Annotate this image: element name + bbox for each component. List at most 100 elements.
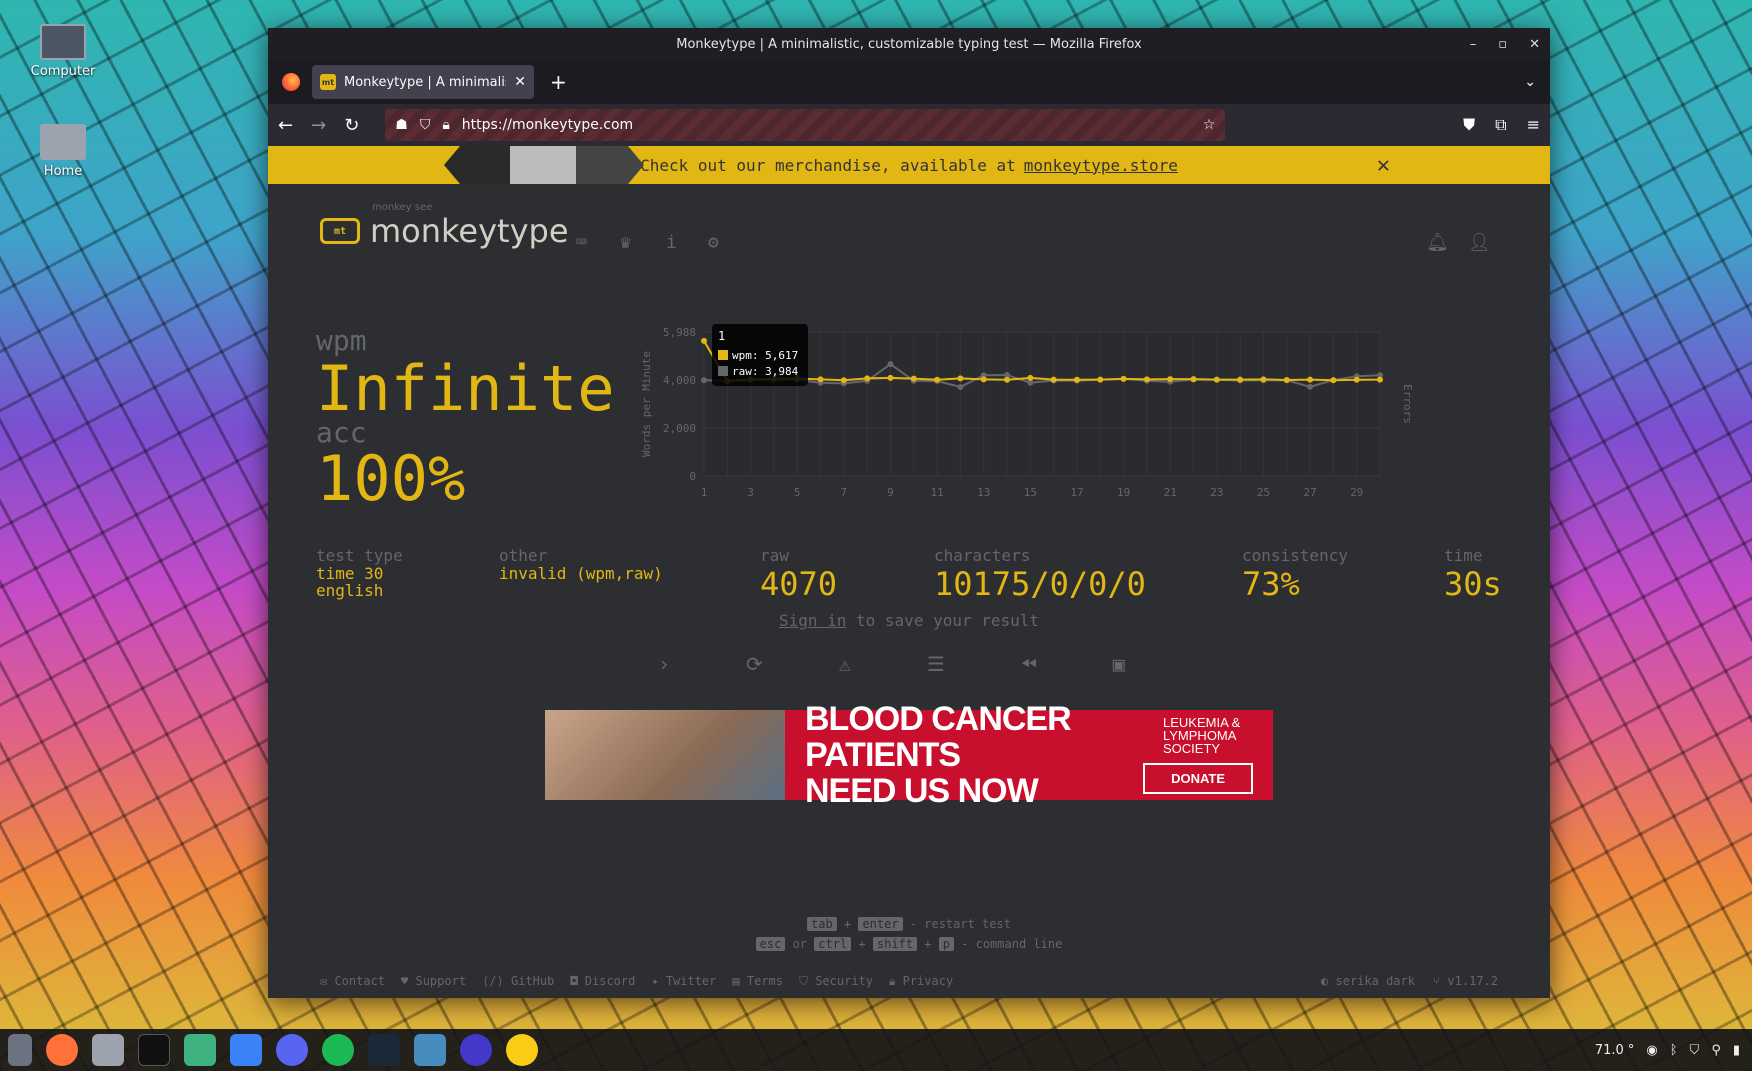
- tab-title: Monkeytype | A minimalistic: [344, 74, 506, 90]
- notification-bell-icon[interactable]: 🔔︎: [1426, 232, 1449, 253]
- window-title: Monkeytype | A minimalistic, customizabl…: [676, 36, 1142, 52]
- firefox-icon[interactable]: [282, 73, 300, 91]
- data-point-wpm: [910, 375, 917, 382]
- stat-value[interactable]: time 30: [316, 565, 403, 582]
- footer-link-privacy[interactable]: 🔒︎ Privacy: [889, 974, 953, 989]
- data-point-wpm: [1050, 376, 1057, 383]
- close-window-button[interactable]: ✕: [1529, 37, 1540, 52]
- data-point-wpm: [1283, 377, 1290, 384]
- donate-button[interactable]: DONATE: [1143, 763, 1253, 794]
- footer-link-contact[interactable]: ✉ Contact: [320, 974, 385, 989]
- wpm-chart[interactable]: 0 2,000 4,000 5,988 1 3 5 7 9 11 13 15 17 19 21 23 25 27 2…: [632, 314, 1452, 524]
- signin-link[interactable]: Sign in: [779, 611, 846, 630]
- godot-taskbar-icon[interactable]: [414, 1034, 446, 1066]
- replay-icon[interactable]: ⏪︎: [1021, 652, 1037, 676]
- banner-close-icon[interactable]: ✕: [1377, 153, 1390, 178]
- terminal-taskbar-icon[interactable]: [138, 1034, 170, 1066]
- tooltip-title: 1: [718, 329, 725, 343]
- y-tick-label: 2,000: [663, 422, 696, 435]
- show-desktop-icon[interactable]: [8, 1034, 32, 1066]
- footer-link-github[interactable]: ⟨/⟩ GitHub: [482, 974, 554, 989]
- monkeytype-page: mt monkey see monkeytype ⌨ ♛ i ⚙ 🔔︎ 👤︎ w…: [268, 184, 1550, 998]
- list-all-tabs-icon[interactable]: ⌄: [1524, 74, 1536, 90]
- key-tab: tab: [807, 917, 837, 931]
- ad-banner[interactable]: BLOOD CANCER PATIENTS NEED US NOW LEUKEM…: [545, 701, 1273, 809]
- firefox-taskbar-icon[interactable]: [46, 1034, 78, 1066]
- monkeytype-favicon-icon: mt: [320, 74, 336, 90]
- settings-gear-icon[interactable]: ⚙: [708, 232, 719, 253]
- desktop-icon-label: Home: [43, 164, 83, 179]
- crown-icon[interactable]: ♛: [620, 232, 631, 253]
- footer-link-security[interactable]: ⛉ Security: [799, 974, 873, 989]
- files-taskbar-icon[interactable]: [92, 1034, 124, 1066]
- network-icon[interactable]: ▮: [1733, 1043, 1740, 1058]
- moon-taskbar-icon[interactable]: [460, 1034, 492, 1066]
- back-icon[interactable]: ←: [278, 115, 293, 136]
- logo-mark: mt: [320, 218, 360, 244]
- bluetooth-icon[interactable]: ᛒ: [1670, 1043, 1678, 1058]
- data-point-wpm: [1190, 376, 1197, 383]
- footer-link-twitter[interactable]: ✦ Twitter: [651, 974, 716, 989]
- url-bar[interactable]: ☗ ⛉ 🔒︎ https://monkeytype.com ☆: [385, 109, 1226, 141]
- temperature-readout[interactable]: 71.0 °: [1595, 1043, 1635, 1058]
- tab-monkeytype[interactable]: mt Monkeytype | A minimalistic ✕: [312, 65, 534, 99]
- stat-test-type: test type time 30 english: [316, 546, 403, 599]
- data-point-wpm: [701, 337, 707, 344]
- next-test-icon[interactable]: ›: [658, 652, 670, 676]
- spotify-taskbar-icon[interactable]: [322, 1034, 354, 1066]
- shield-tray-icon[interactable]: ⛉: [1690, 1043, 1700, 1058]
- theme-button[interactable]: ◐ serika dark: [1321, 974, 1415, 989]
- key-ctrl: ctrl: [814, 937, 852, 951]
- x-tick-label: 9: [887, 486, 894, 499]
- location-icon[interactable]: ⚲: [1711, 1043, 1721, 1058]
- logo[interactable]: mt monkey see monkeytype: [320, 202, 569, 250]
- data-point-wpm: [1377, 376, 1383, 383]
- stat-value[interactable]: english: [316, 582, 403, 599]
- minimize-button[interactable]: –: [1470, 37, 1477, 52]
- keyboard-icon[interactable]: ⌨: [576, 232, 587, 253]
- screenshot-icon[interactable]: ▣: [1113, 652, 1125, 676]
- signin-text: to save your result: [856, 611, 1040, 630]
- extensions-icon[interactable]: ⧉: [1495, 115, 1506, 135]
- restart-icon[interactable]: ⟳: [746, 652, 763, 676]
- store-link[interactable]: monkeytype.store: [1024, 156, 1178, 175]
- version-button[interactable]: ⑂ v1.17.2: [1433, 974, 1498, 989]
- footer-link-discord[interactable]: ◘ Discord: [570, 974, 635, 989]
- data-point-wpm: [1097, 376, 1104, 383]
- steam-taskbar-icon[interactable]: [368, 1034, 400, 1066]
- y-tick-label: 0: [689, 470, 696, 483]
- warning-icon[interactable]: ⚠: [839, 652, 851, 676]
- menu-icon[interactable]: ≡: [1527, 115, 1540, 135]
- reload-icon[interactable]: ↻: [344, 115, 359, 136]
- discord-tray-icon[interactable]: ◉: [1646, 1043, 1657, 1058]
- y2-axis-label: Errors: [1401, 384, 1414, 424]
- data-point-wpm: [1167, 376, 1174, 383]
- footer-link-support[interactable]: ♥ Support: [401, 974, 466, 989]
- data-point-wpm: [980, 376, 987, 383]
- close-tab-icon[interactable]: ✕: [514, 74, 526, 90]
- stat-value: invalid (wpm,raw): [499, 564, 663, 583]
- account-icon[interactable]: 👤︎: [1468, 232, 1491, 253]
- shield-icon[interactable]: ⛉: [420, 117, 431, 133]
- forward-icon[interactable]: →: [311, 115, 326, 136]
- stat-value: 73%: [1242, 565, 1300, 603]
- bookmark-star-icon[interactable]: ☆: [1203, 117, 1216, 133]
- new-tab-button[interactable]: +: [550, 70, 567, 94]
- footer-link-label: Security: [815, 974, 873, 988]
- desktop-icon-home[interactable]: Home: [18, 124, 108, 179]
- info-icon[interactable]: i: [666, 232, 677, 253]
- maximize-button[interactable]: ▫: [1498, 37, 1507, 52]
- word-history-icon[interactable]: ☰: [927, 652, 945, 676]
- stat-time: time 30s: [1444, 546, 1502, 603]
- atom-taskbar-icon[interactable]: [184, 1034, 216, 1066]
- discord-taskbar-icon[interactable]: [276, 1034, 308, 1066]
- footer: ✉ Contact ♥ Support ⟨/⟩ GitHub ◘ Discord…: [320, 974, 1498, 989]
- pocket-icon[interactable]: ⛊: [1463, 115, 1475, 135]
- robot-icon: ☗: [395, 117, 408, 133]
- url-text[interactable]: https://monkeytype.com: [462, 117, 1191, 133]
- lock-icon[interactable]: 🔒︎: [442, 117, 449, 133]
- desktop-icon-computer[interactable]: Computer: [18, 24, 108, 79]
- mail-taskbar-icon[interactable]: [230, 1034, 262, 1066]
- footer-link-terms[interactable]: ▤ Terms: [732, 974, 783, 989]
- emoji-taskbar-icon[interactable]: [506, 1034, 538, 1066]
